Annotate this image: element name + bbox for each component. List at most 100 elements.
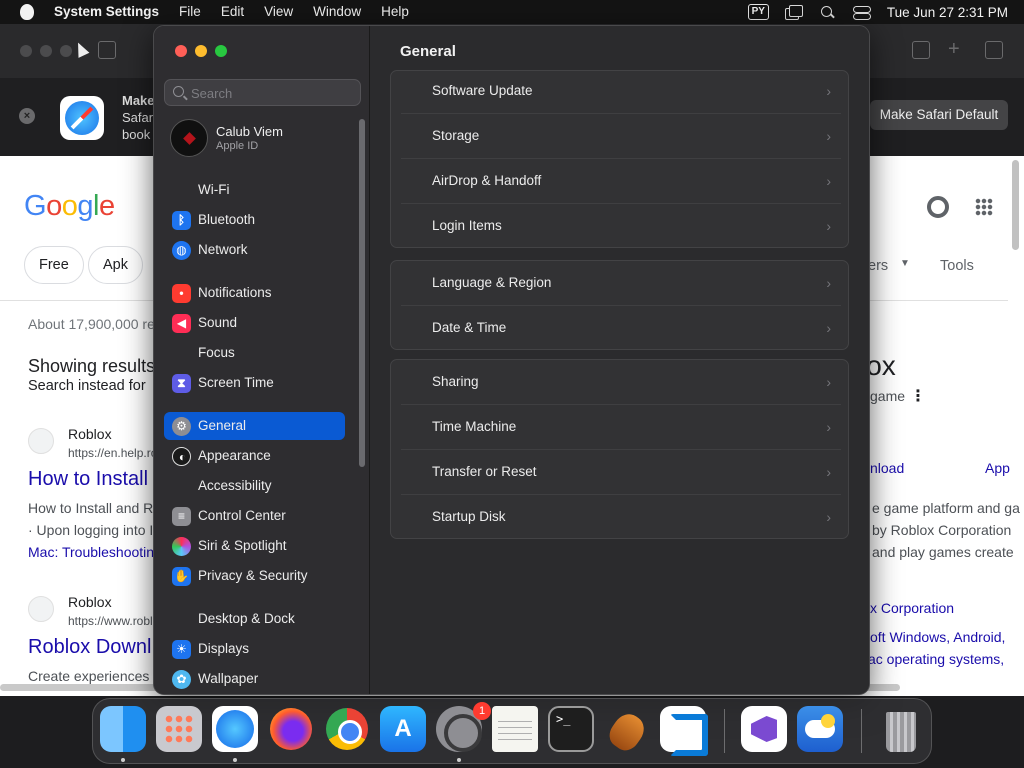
- settings-search-input[interactable]: [191, 84, 351, 102]
- sidebar-item-siri-spotlight[interactable]: Siri & Spotlight: [164, 532, 345, 560]
- google-settings-gear-icon[interactable]: [927, 196, 949, 218]
- hourglass-icon-glyph: ⧗: [177, 376, 186, 390]
- result-site-name[interactable]: Roblox: [68, 426, 112, 442]
- knowledge-panel-os-link[interactable]: ac operating systems,: [868, 651, 1004, 667]
- sidebar-item-wi-fi[interactable]: Wi-Fi: [164, 176, 345, 204]
- input-source-indicator[interactable]: PY: [747, 4, 769, 20]
- tab-overview-icon[interactable]: [985, 41, 1003, 59]
- chevron-right-icon: ›: [826, 464, 831, 480]
- sidebar-item-notifications[interactable]: • Notifications: [164, 279, 345, 307]
- sidebar-item-accessibility[interactable]: Accessibility: [164, 472, 345, 500]
- sidebar-item-label: Desktop & Dock: [198, 611, 295, 626]
- settings-row-time-machine[interactable]: Time Machine ›: [401, 405, 841, 450]
- chevron-right-icon: ›: [826, 320, 831, 336]
- dock-textedit-icon[interactable]: [492, 706, 538, 752]
- settings-row-date-time[interactable]: Date & Time ›: [401, 306, 841, 351]
- stage-manager-icon[interactable]: [784, 5, 803, 20]
- result-site-name[interactable]: Roblox: [68, 594, 112, 610]
- settings-row-login-items[interactable]: Login Items ›: [401, 204, 841, 249]
- menu-file[interactable]: File: [169, 0, 211, 24]
- sidebar-item-privacy-security[interactable]: ✋ Privacy & Security: [164, 562, 345, 590]
- settings-row-label: AirDrop & Handoff: [432, 173, 542, 188]
- safari-zoom-button[interactable]: [60, 45, 72, 57]
- filter-chip-free[interactable]: Free: [24, 246, 84, 284]
- more-options-icon[interactable]: ⋮: [910, 386, 926, 406]
- dock-finder-icon[interactable]: [100, 706, 146, 752]
- menu-view[interactable]: View: [254, 0, 303, 24]
- dock-app-store-icon[interactable]: [380, 706, 426, 752]
- sidebar-item-appearance[interactable]: ◐ Appearance: [164, 442, 345, 470]
- knowledge-panel-app-link[interactable]: App: [985, 460, 1010, 476]
- banner-close-icon[interactable]: ×: [19, 108, 35, 124]
- google-apps-grid-icon[interactable]: [975, 198, 993, 216]
- dock-terminal-icon[interactable]: [548, 706, 594, 752]
- settings-row-transfer-or-reset[interactable]: Transfer or Reset ›: [401, 450, 841, 495]
- sidebar-item-displays[interactable]: ☀ Displays: [164, 635, 345, 663]
- tools-button[interactable]: Tools: [940, 258, 974, 274]
- settings-search-field[interactable]: [164, 79, 361, 106]
- make-safari-default-button[interactable]: Make Safari Default: [870, 100, 1008, 130]
- dock-firefox-icon[interactable]: [268, 706, 314, 752]
- page-vertical-scrollbar[interactable]: [1012, 160, 1019, 250]
- sidebar-item-sound[interactable]: ◀ Sound: [164, 309, 345, 337]
- dock-system-settings-icon[interactable]: 1: [436, 702, 491, 752]
- sidebar-item-screen-time[interactable]: ⧗ Screen Time: [164, 369, 345, 397]
- sidebar-item-network[interactable]: ◍ Network: [164, 236, 345, 264]
- dock-google-chrome-icon[interactable]: [324, 706, 370, 752]
- filter-chip-apk[interactable]: Apk: [88, 246, 143, 284]
- safari-minimize-button[interactable]: [40, 45, 52, 57]
- settings-row-language-region[interactable]: Language & Region ›: [401, 261, 841, 306]
- sidebar-item-focus[interactable]: Focus: [164, 339, 345, 367]
- result-url[interactable]: https://en.help.ro: [68, 446, 157, 460]
- google-logo[interactable]: Google: [24, 190, 115, 223]
- knowledge-panel-os-link[interactable]: oft Windows, Android,: [870, 629, 1005, 645]
- sidebar-item-bluetooth[interactable]: ᛒ Bluetooth: [164, 206, 345, 234]
- result-url[interactable]: https://www.robl: [68, 614, 153, 628]
- dock-safari-icon[interactable]: [212, 706, 258, 752]
- minimize-window-button[interactable]: [195, 45, 207, 57]
- dock-launchpad-icon[interactable]: [156, 706, 202, 752]
- spotlight-search-icon[interactable]: [819, 5, 837, 19]
- dock-visual-studio-code-icon[interactable]: [660, 706, 708, 756]
- close-window-button[interactable]: [175, 45, 187, 57]
- menu-window[interactable]: Window: [303, 0, 371, 24]
- settings-row-storage[interactable]: Storage ›: [401, 114, 841, 159]
- knowledge-panel-download-link[interactable]: nload: [870, 460, 904, 476]
- share-icon[interactable]: [912, 41, 930, 59]
- settings-row-software-update[interactable]: Software Update ›: [401, 69, 841, 114]
- sidebar-item-general[interactable]: ⚙ General: [164, 412, 345, 440]
- result-sitelink[interactable]: Mac: Troubleshootin: [28, 544, 154, 560]
- settings-row-airdrop-handoff[interactable]: AirDrop & Handoff ›: [401, 159, 841, 204]
- apple-menu-icon[interactable]: [0, 4, 54, 20]
- menu-app-name[interactable]: System Settings: [54, 0, 169, 24]
- sidebar-item-control-center[interactable]: ≡ Control Center: [164, 502, 345, 530]
- safari-close-button[interactable]: [20, 45, 32, 57]
- knowledge-panel-description: and play games create: [872, 544, 1014, 560]
- sidebar-item-wallpaper[interactable]: ✿ Wallpaper: [164, 665, 345, 693]
- dock-garageband-icon[interactable]: [604, 706, 650, 752]
- result-title-link[interactable]: Roblox Downl: [28, 636, 151, 659]
- wallpaper-flower-icon: ✿: [172, 670, 191, 689]
- sidebar-scrollbar[interactable]: [359, 119, 365, 467]
- dock-trash-icon[interactable]: [878, 706, 924, 752]
- zoom-window-button[interactable]: [215, 45, 227, 57]
- result-title-link[interactable]: How to Install: [28, 468, 148, 491]
- menu-edit[interactable]: Edit: [211, 0, 254, 24]
- dock-visual-studio-icon[interactable]: [741, 706, 787, 752]
- settings-row-startup-disk[interactable]: Startup Disk ›: [401, 495, 841, 540]
- filters-dropdown-icon[interactable]: ▼: [900, 258, 910, 269]
- dock-weather-icon[interactable]: [797, 706, 843, 752]
- new-tab-icon[interactable]: +: [948, 39, 966, 59]
- search-instead-for[interactable]: Search instead for: [28, 378, 146, 394]
- menu-clock[interactable]: Tue Jun 27 2:31 PM: [887, 5, 1008, 20]
- knowledge-panel-corp-link[interactable]: x Corporation: [870, 600, 954, 616]
- menu-help[interactable]: Help: [371, 0, 419, 24]
- all-filters-button[interactable]: ers: [868, 258, 888, 274]
- apple-id-profile[interactable]: Calub Viem Apple ID: [170, 119, 350, 159]
- sidebar-item-desktop-dock[interactable]: Desktop & Dock: [164, 605, 345, 633]
- settings-row-sharing[interactable]: Sharing ›: [401, 360, 841, 405]
- sidebar-toggle-icon[interactable]: [98, 41, 116, 59]
- control-center-icon[interactable]: [852, 5, 871, 20]
- network-globe-icon-glyph: ◍: [176, 243, 187, 257]
- banner-line-3: book: [122, 127, 151, 142]
